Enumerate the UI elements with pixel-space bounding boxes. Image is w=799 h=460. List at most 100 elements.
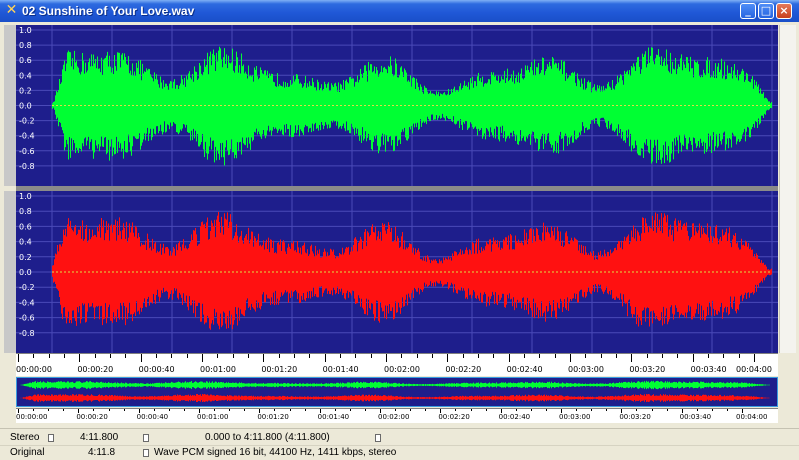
ruler-minor-tick bbox=[63, 409, 65, 411]
minimize-button[interactable]: _ bbox=[740, 3, 756, 19]
time-label: 00:03:00 bbox=[559, 413, 591, 421]
ruler-minor-tick bbox=[726, 409, 728, 411]
ruler-minor-tick bbox=[493, 354, 495, 358]
ruler-minor-tick bbox=[349, 409, 351, 411]
ruler-minor-tick bbox=[355, 354, 357, 358]
ruler-minor-tick bbox=[110, 354, 111, 358]
amplitude-scale-label: 0.8 bbox=[19, 207, 32, 216]
field-icon bbox=[143, 449, 149, 457]
ruler-minor-tick bbox=[183, 409, 185, 411]
field-icon bbox=[375, 434, 381, 442]
format-info: Wave PCM signed 16 bit, 44100 Hz, 1411 k… bbox=[154, 447, 397, 458]
ruler-minor-tick bbox=[576, 409, 578, 411]
maximize-button[interactable]: □ bbox=[758, 3, 774, 19]
time-label: 00:00:40 bbox=[138, 365, 175, 374]
ruler-minor-tick bbox=[696, 409, 698, 411]
ruler-tick bbox=[447, 354, 449, 362]
time-label: 00:01:40 bbox=[322, 365, 359, 374]
title-bar[interactable]: ✕ 02 Sunshine of Your Love.wav _ □ × bbox=[0, 0, 799, 22]
ruler-minor-tick bbox=[416, 354, 418, 358]
ruler-minor-tick bbox=[401, 354, 403, 358]
amplitude-scale-label: -0.8 bbox=[19, 329, 35, 338]
overview-waveform[interactable] bbox=[16, 377, 778, 407]
right-channel-svg: 1.0 0.8 0.6 0.4 0.2 0.0 -0.2 -0.4 -0.6 -0.8 bbox=[16, 191, 778, 353]
ruler-minor-tick bbox=[478, 354, 479, 358]
time-label: 00:04:00 bbox=[736, 413, 768, 421]
ruler-minor-tick bbox=[93, 409, 95, 411]
ruler-tick bbox=[508, 354, 510, 362]
ruler-minor-tick bbox=[646, 354, 648, 358]
ruler-minor-tick bbox=[677, 354, 679, 358]
time-label: 00:00:20 bbox=[76, 413, 108, 421]
ruler-minor-tick bbox=[530, 409, 532, 411]
length-value: 4:11.800 bbox=[80, 432, 119, 443]
amplitude-scale-label: 0.8 bbox=[19, 41, 32, 50]
time-ruler[interactable]: 00:00:00 00:00:20 00:00:40 00:01:00 00:01:20… bbox=[16, 353, 778, 376]
ruler-minor-tick bbox=[539, 354, 541, 358]
ruler-minor-tick bbox=[636, 409, 638, 411]
ruler-minor-tick bbox=[723, 354, 725, 358]
time-label: 00:03:20 bbox=[619, 413, 651, 421]
ruler-minor-tick bbox=[294, 354, 295, 358]
left-channel-svg: 1.0 0.8 0.6 0.4 0.2 0.0 -0.2 -0.4 -0.6 -0.8 bbox=[16, 25, 778, 186]
time-label: 00:03:20 bbox=[629, 365, 666, 374]
ruler-minor-tick bbox=[616, 354, 617, 358]
amplitude-scale-label: 1.0 bbox=[19, 26, 32, 35]
ruler-tick bbox=[263, 354, 265, 362]
ruler-minor-tick bbox=[425, 409, 427, 411]
ruler-minor-tick bbox=[524, 354, 525, 358]
time-label: 00:04:00 bbox=[736, 365, 772, 374]
field-icon bbox=[143, 434, 149, 442]
ruler-minor-tick bbox=[33, 409, 35, 411]
right-channel-waveform[interactable]: 1.0 0.8 0.6 0.4 0.2 0.0 -0.2 -0.4 -0.6 -0.8 bbox=[16, 191, 778, 353]
selection-range: 0.000 to 4:11.800 (4:11.800) bbox=[205, 432, 330, 443]
ruler-minor-tick bbox=[171, 354, 173, 358]
ruler-tick bbox=[140, 354, 142, 362]
time-label: 00:02:40 bbox=[506, 365, 543, 374]
left-channel-waveform[interactable]: 1.0 0.8 0.6 0.4 0.2 0.0 -0.2 -0.4 -0.6 -0.8 bbox=[16, 25, 778, 186]
ruler-minor-tick bbox=[248, 354, 249, 358]
ruler-minor-tick bbox=[33, 354, 35, 358]
ruler-minor-tick bbox=[470, 409, 472, 411]
ruler-minor-tick bbox=[108, 409, 110, 411]
time-label: 00:01:20 bbox=[261, 365, 298, 374]
field-icon bbox=[48, 434, 54, 442]
ruler-minor-tick bbox=[662, 354, 663, 358]
time-label: 00:03:00 bbox=[568, 365, 604, 374]
overview-right-wave bbox=[20, 393, 770, 403]
time-label: 00:00:00 bbox=[16, 413, 48, 421]
ruler-minor-tick bbox=[217, 354, 219, 358]
ruler-minor-tick bbox=[94, 354, 96, 358]
ruler-minor-tick bbox=[232, 354, 234, 358]
amplitude-scale-label: -0.2 bbox=[19, 117, 35, 126]
time-label: 00:03:40 bbox=[690, 365, 727, 374]
amplitude-scale-label: 0.0 bbox=[19, 102, 32, 111]
original-length: 4:11.8 bbox=[88, 447, 116, 458]
ruler-minor-tick bbox=[600, 354, 602, 358]
amplitude-scale-label: 0.4 bbox=[19, 238, 32, 247]
ruler-tick bbox=[570, 354, 571, 362]
ruler-minor-tick bbox=[370, 354, 372, 358]
close-button[interactable]: × bbox=[776, 3, 792, 19]
ruler-minor-tick bbox=[186, 354, 188, 358]
amplitude-scale-label: 0.6 bbox=[19, 56, 32, 65]
amplitude-scale-label: -0.4 bbox=[19, 132, 35, 141]
ruler-minor-tick bbox=[168, 409, 170, 411]
ruler-minor-tick bbox=[153, 409, 155, 411]
amplitude-scale-label: -0.6 bbox=[19, 314, 35, 323]
ruler-tick bbox=[79, 354, 81, 362]
ruler-minor-tick bbox=[410, 409, 412, 411]
time-label: 00:02:40 bbox=[498, 413, 531, 421]
ruler-minor-tick bbox=[651, 409, 653, 411]
time-label: 00:02:20 bbox=[445, 365, 482, 374]
amplitude-scale-label: 0.4 bbox=[19, 71, 32, 80]
ruler-minor-tick bbox=[711, 409, 713, 411]
time-label: 00:00:40 bbox=[136, 413, 169, 421]
ruler-minor-tick bbox=[156, 354, 157, 358]
overview-time-ruler[interactable]: 00:00:00 00:00:20 00:00:40 00:01:00 00:01:20… bbox=[16, 408, 778, 423]
amplitude-scale-label: -0.6 bbox=[19, 147, 35, 156]
ruler-minor-tick bbox=[606, 409, 608, 411]
amplitude-scale-label: 0.2 bbox=[19, 86, 32, 95]
vertical-scrollbar[interactable] bbox=[779, 25, 796, 353]
ruler-tick bbox=[324, 354, 326, 362]
